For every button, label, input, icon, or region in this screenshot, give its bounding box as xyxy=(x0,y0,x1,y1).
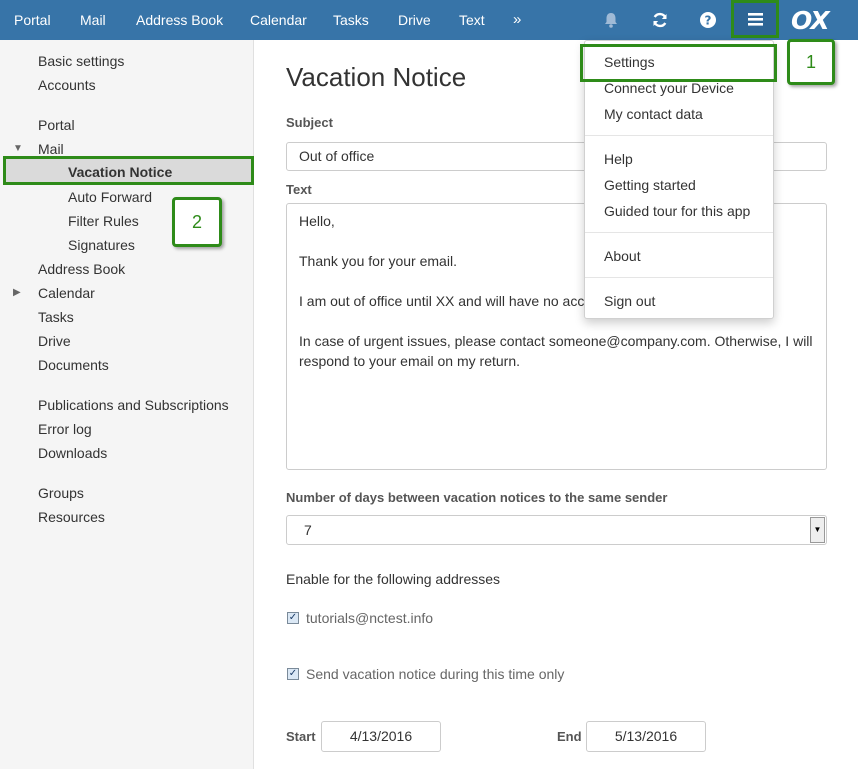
callout-step-1: 1 xyxy=(787,39,835,85)
subject-label: Subject xyxy=(286,115,333,130)
nav-more-icon[interactable]: » xyxy=(513,0,521,40)
time-only-checkbox[interactable]: ✓ xyxy=(287,668,299,680)
days-label: Number of days between vacation notices … xyxy=(286,490,668,505)
sidebar-item-drive[interactable]: Drive xyxy=(38,333,71,349)
time-only-label[interactable]: Send vacation notice during this time on… xyxy=(306,666,564,682)
sidebar-item-signatures[interactable]: Signatures xyxy=(68,237,135,253)
end-date-input[interactable]: 5/13/2016 xyxy=(586,721,706,752)
start-label: Start xyxy=(286,729,316,744)
nav-portal[interactable]: Portal xyxy=(14,0,51,40)
sidebar-item-portal[interactable]: Portal xyxy=(38,117,75,133)
caret-right-icon[interactable]: ▶ xyxy=(13,287,21,298)
sidebar-item-accounts[interactable]: Accounts xyxy=(38,77,96,93)
sidebar-item-basic-settings[interactable]: Basic settings xyxy=(38,53,124,69)
nav-tasks[interactable]: Tasks xyxy=(333,0,369,40)
message-line: In case of urgent issues, please contact… xyxy=(299,333,813,369)
menu-item-sign-out[interactable]: Sign out xyxy=(604,293,655,309)
sidebar-item-address-book[interactable]: Address Book xyxy=(38,261,125,277)
callout-step-2: 2 xyxy=(172,197,222,247)
menu-icon xyxy=(748,13,763,26)
ox-logo: OX xyxy=(791,6,830,35)
bell-icon[interactable] xyxy=(600,0,622,40)
days-select[interactable]: 7 ▼ xyxy=(286,515,827,545)
menu-divider xyxy=(585,277,773,278)
nav-text[interactable]: Text xyxy=(459,0,485,40)
help-icon[interactable]: ? xyxy=(697,0,719,40)
menu-divider xyxy=(585,232,773,233)
menu-divider xyxy=(585,135,773,136)
start-date-input[interactable]: 4/13/2016 xyxy=(321,721,441,752)
refresh-icon[interactable] xyxy=(649,0,671,40)
address-checkbox[interactable]: ✓ xyxy=(287,612,299,624)
sidebar-item-groups[interactable]: Groups xyxy=(38,485,84,501)
days-select-value: 7 xyxy=(304,522,312,538)
sidebar-item-tasks[interactable]: Tasks xyxy=(38,309,74,325)
text-label: Text xyxy=(286,182,312,197)
sidebar-item-mail[interactable]: Mail xyxy=(38,141,64,157)
addresses-label: Enable for the following addresses xyxy=(286,571,501,587)
menu-item-help[interactable]: Help xyxy=(604,151,633,167)
svg-text:?: ? xyxy=(705,13,712,27)
end-label: End xyxy=(557,729,582,744)
nav-address-book[interactable]: Address Book xyxy=(136,0,223,40)
sidebar-item-publications[interactable]: Publications and Subscriptions xyxy=(38,397,229,413)
menu-item-connect-device[interactable]: Connect your Device xyxy=(604,80,734,96)
sidebar-item-filter-rules[interactable]: Filter Rules xyxy=(68,213,139,229)
settings-highlight xyxy=(580,44,777,82)
sidebar-item-downloads[interactable]: Downloads xyxy=(38,445,107,461)
top-navigation-bar: Portal Mail Address Book Calendar Tasks … xyxy=(0,0,858,40)
menu-item-about[interactable]: About xyxy=(604,248,641,264)
menu-item-guided-tour[interactable]: Guided tour for this app xyxy=(604,203,750,219)
nav-calendar[interactable]: Calendar xyxy=(250,0,307,40)
page-title: Vacation Notice xyxy=(286,62,467,92)
main-menu-button[interactable] xyxy=(731,0,779,38)
sidebar-item-calendar[interactable]: Calendar xyxy=(38,285,95,301)
sidebar-item-resources[interactable]: Resources xyxy=(38,509,105,525)
menu-item-getting-started[interactable]: Getting started xyxy=(604,177,696,193)
nav-mail[interactable]: Mail xyxy=(80,0,106,40)
sidebar-item-label: Vacation Notice xyxy=(68,164,173,180)
sidebar-item-error-log[interactable]: Error log xyxy=(38,421,92,437)
address-option-label[interactable]: tutorials@nctest.info xyxy=(306,610,433,626)
menu-item-contact-data[interactable]: My contact data xyxy=(604,106,703,122)
select-arrow-icon: ▼ xyxy=(810,517,825,543)
sidebar-item-vacation-notice[interactable]: Vacation Notice xyxy=(3,156,254,185)
sidebar-item-documents[interactable]: Documents xyxy=(38,357,109,373)
caret-down-icon[interactable]: ▼ xyxy=(13,143,23,154)
sidebar-item-auto-forward[interactable]: Auto Forward xyxy=(68,189,152,205)
settings-sidebar: Basic settings Accounts Portal ▼ Mail Va… xyxy=(0,40,254,769)
nav-drive[interactable]: Drive xyxy=(398,0,431,40)
